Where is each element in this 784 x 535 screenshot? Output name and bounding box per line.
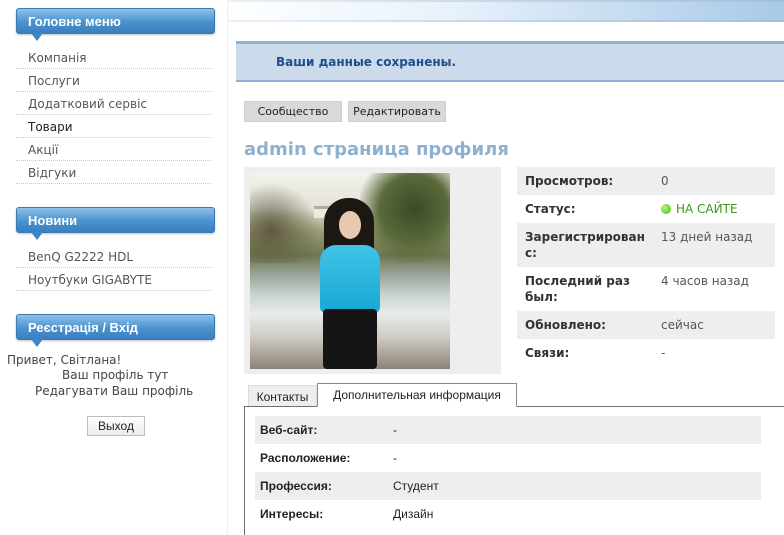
stats-value: сейчас xyxy=(654,311,775,339)
photo-skirt xyxy=(323,309,377,369)
photo-blouse xyxy=(320,245,380,313)
stats-value: НА САЙТЕ xyxy=(654,195,775,223)
tab-additional-info[interactable]: Дополнительная информация xyxy=(317,383,517,407)
profile-stats-table: Просмотров: 0 Статус: НА САЙТЕ Зарегистр… xyxy=(517,167,775,367)
stats-row-updated: Обновлено: сейчас xyxy=(517,311,775,339)
menu-item-extra-service[interactable]: Додатковий сервіс xyxy=(16,92,212,115)
stats-row-last-seen: Последний раз был: 4 часов назад xyxy=(517,267,775,311)
news-item-gigabyte[interactable]: Ноутбуки GIGABYTE xyxy=(16,268,212,291)
info-label: Веб-сайт: xyxy=(255,416,393,444)
stats-row-status: Статус: НА САЙТЕ xyxy=(517,195,775,223)
photo-face xyxy=(339,211,361,239)
stats-value: 0 xyxy=(654,167,775,195)
stats-value: - xyxy=(661,346,666,360)
profile-link[interactable]: Ваш профіль тут xyxy=(62,368,168,382)
stats-row-registered: Зарегистрирован с: 13 дней назад xyxy=(517,223,775,267)
avatar xyxy=(250,173,450,369)
info-label: Профессия: xyxy=(255,472,393,500)
info-row-interests: Интересы: Дизайн xyxy=(255,500,761,528)
stats-label: Связи: xyxy=(525,346,570,360)
stats-row-views: Просмотров: 0 xyxy=(517,167,775,195)
menu-item-promotions[interactable]: Акції xyxy=(16,138,212,161)
stats-label: Зарегистрирован с: xyxy=(517,223,654,267)
stats-label: Обновлено: xyxy=(517,311,654,339)
sidebar: Головне меню Компанія Послуги Додатковий… xyxy=(0,0,228,535)
login-header: Реєстрація / Вхід xyxy=(16,314,215,347)
menu-item-company[interactable]: Компанія xyxy=(16,46,212,69)
info-label: Интересы: xyxy=(260,507,324,521)
edit-profile-link[interactable]: Редагувати Ваш профіль xyxy=(35,384,193,398)
menu-item-products[interactable]: Товари xyxy=(16,115,212,138)
greeting-text: Привет, Світлана! xyxy=(7,353,122,367)
saved-message-bar: Ваши данные сохранены. xyxy=(236,41,784,82)
menu-item-services[interactable]: Послуги xyxy=(16,69,212,92)
news-item-benq[interactable]: BenQ G2222 HDL xyxy=(16,245,212,268)
stats-label: Статус: xyxy=(525,202,576,216)
additional-info-table: Веб-сайт: - Расположение: - Профессия: С… xyxy=(255,416,761,528)
stats-label: Последний раз был: xyxy=(525,274,630,304)
info-row-website: Веб-сайт: - xyxy=(255,416,761,444)
main-menu-header: Головне меню xyxy=(16,8,215,41)
info-value: - xyxy=(393,416,761,444)
stats-row-connections: Связи: - xyxy=(517,339,775,367)
stats-value: 13 дней назад xyxy=(654,223,775,267)
avatar-frame xyxy=(244,167,501,374)
menu-item-reviews[interactable]: Відгуки xyxy=(16,161,212,184)
stats-value: 4 часов назад xyxy=(661,274,749,288)
top-decor-gradient xyxy=(220,2,784,20)
main-menu-list: Компанія Послуги Додатковий сервіс Товар… xyxy=(16,46,212,184)
online-dot-icon xyxy=(661,204,671,214)
news-header: Новини xyxy=(16,207,215,240)
photo-trees xyxy=(250,183,320,263)
info-value: Дизайн xyxy=(393,507,434,521)
edit-button[interactable]: Редактировать xyxy=(348,101,446,122)
stats-label: Просмотров: xyxy=(517,167,654,195)
community-button[interactable]: Сообщество xyxy=(244,101,342,122)
tab-contacts[interactable]: Контакты xyxy=(248,385,317,407)
status-text: НА САЙТЕ xyxy=(676,202,738,216)
news-list: BenQ G2222 HDL Ноутбуки GIGABYTE xyxy=(16,245,212,291)
info-value: Студент xyxy=(393,472,761,500)
logout-button[interactable]: Выход xyxy=(87,416,145,436)
info-label: Расположение: xyxy=(260,451,351,465)
info-row-location: Расположение: - xyxy=(255,444,761,472)
info-value: - xyxy=(393,451,397,465)
page-title: admin страница профиля xyxy=(244,139,509,160)
info-row-profession: Профессия: Студент xyxy=(255,472,761,500)
